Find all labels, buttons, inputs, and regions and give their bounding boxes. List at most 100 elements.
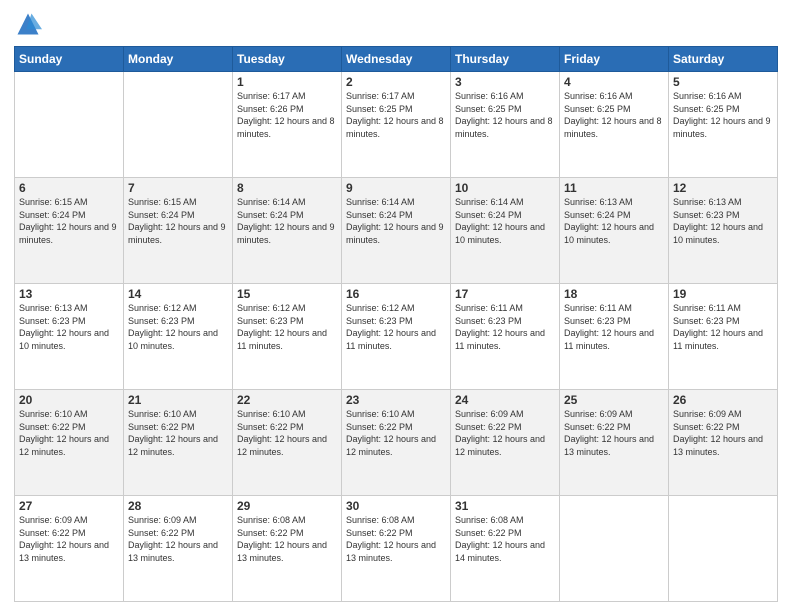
day-number: 17: [455, 287, 555, 301]
calendar-cell: 31Sunrise: 6:08 AMSunset: 6:22 PMDayligh…: [451, 496, 560, 602]
day-number: 14: [128, 287, 228, 301]
day-info: Sunrise: 6:09 AMSunset: 6:22 PMDaylight:…: [564, 408, 664, 458]
calendar-cell: 3Sunrise: 6:16 AMSunset: 6:25 PMDaylight…: [451, 72, 560, 178]
day-number: 1: [237, 75, 337, 89]
day-number: 15: [237, 287, 337, 301]
calendar-cell: 20Sunrise: 6:10 AMSunset: 6:22 PMDayligh…: [15, 390, 124, 496]
day-info: Sunrise: 6:10 AMSunset: 6:22 PMDaylight:…: [128, 408, 228, 458]
day-number: 13: [19, 287, 119, 301]
weekday-header: Monday: [124, 47, 233, 72]
calendar-cell: 26Sunrise: 6:09 AMSunset: 6:22 PMDayligh…: [669, 390, 778, 496]
day-info: Sunrise: 6:09 AMSunset: 6:22 PMDaylight:…: [19, 514, 119, 564]
day-info: Sunrise: 6:12 AMSunset: 6:23 PMDaylight:…: [346, 302, 446, 352]
day-info: Sunrise: 6:08 AMSunset: 6:22 PMDaylight:…: [346, 514, 446, 564]
day-number: 27: [19, 499, 119, 513]
calendar-week-row: 1Sunrise: 6:17 AMSunset: 6:26 PMDaylight…: [15, 72, 778, 178]
day-info: Sunrise: 6:12 AMSunset: 6:23 PMDaylight:…: [237, 302, 337, 352]
calendar-cell: 24Sunrise: 6:09 AMSunset: 6:22 PMDayligh…: [451, 390, 560, 496]
calendar-week-row: 20Sunrise: 6:10 AMSunset: 6:22 PMDayligh…: [15, 390, 778, 496]
calendar-cell: [560, 496, 669, 602]
day-number: 8: [237, 181, 337, 195]
day-info: Sunrise: 6:15 AMSunset: 6:24 PMDaylight:…: [19, 196, 119, 246]
day-number: 26: [673, 393, 773, 407]
day-info: Sunrise: 6:08 AMSunset: 6:22 PMDaylight:…: [455, 514, 555, 564]
day-number: 25: [564, 393, 664, 407]
calendar-cell: 12Sunrise: 6:13 AMSunset: 6:23 PMDayligh…: [669, 178, 778, 284]
day-number: 4: [564, 75, 664, 89]
calendar-cell: [124, 72, 233, 178]
day-number: 9: [346, 181, 446, 195]
day-info: Sunrise: 6:17 AMSunset: 6:25 PMDaylight:…: [346, 90, 446, 140]
day-info: Sunrise: 6:12 AMSunset: 6:23 PMDaylight:…: [128, 302, 228, 352]
day-info: Sunrise: 6:14 AMSunset: 6:24 PMDaylight:…: [455, 196, 555, 246]
logo-icon: [14, 10, 42, 38]
weekday-header: Saturday: [669, 47, 778, 72]
day-info: Sunrise: 6:14 AMSunset: 6:24 PMDaylight:…: [237, 196, 337, 246]
calendar-cell: 9Sunrise: 6:14 AMSunset: 6:24 PMDaylight…: [342, 178, 451, 284]
day-number: 20: [19, 393, 119, 407]
day-number: 7: [128, 181, 228, 195]
calendar-cell: 14Sunrise: 6:12 AMSunset: 6:23 PMDayligh…: [124, 284, 233, 390]
day-info: Sunrise: 6:10 AMSunset: 6:22 PMDaylight:…: [346, 408, 446, 458]
weekday-header: Thursday: [451, 47, 560, 72]
day-info: Sunrise: 6:16 AMSunset: 6:25 PMDaylight:…: [673, 90, 773, 140]
weekday-header: Sunday: [15, 47, 124, 72]
day-number: 18: [564, 287, 664, 301]
calendar-cell: 25Sunrise: 6:09 AMSunset: 6:22 PMDayligh…: [560, 390, 669, 496]
day-info: Sunrise: 6:16 AMSunset: 6:25 PMDaylight:…: [455, 90, 555, 140]
day-number: 29: [237, 499, 337, 513]
calendar-week-row: 27Sunrise: 6:09 AMSunset: 6:22 PMDayligh…: [15, 496, 778, 602]
day-info: Sunrise: 6:10 AMSunset: 6:22 PMDaylight:…: [237, 408, 337, 458]
day-info: Sunrise: 6:11 AMSunset: 6:23 PMDaylight:…: [455, 302, 555, 352]
day-number: 24: [455, 393, 555, 407]
day-number: 5: [673, 75, 773, 89]
day-number: 2: [346, 75, 446, 89]
day-info: Sunrise: 6:15 AMSunset: 6:24 PMDaylight:…: [128, 196, 228, 246]
day-number: 19: [673, 287, 773, 301]
day-info: Sunrise: 6:16 AMSunset: 6:25 PMDaylight:…: [564, 90, 664, 140]
day-info: Sunrise: 6:13 AMSunset: 6:23 PMDaylight:…: [19, 302, 119, 352]
calendar-cell: 22Sunrise: 6:10 AMSunset: 6:22 PMDayligh…: [233, 390, 342, 496]
calendar-cell: 30Sunrise: 6:08 AMSunset: 6:22 PMDayligh…: [342, 496, 451, 602]
calendar-cell: 8Sunrise: 6:14 AMSunset: 6:24 PMDaylight…: [233, 178, 342, 284]
header: [14, 10, 778, 38]
calendar-cell: 6Sunrise: 6:15 AMSunset: 6:24 PMDaylight…: [15, 178, 124, 284]
day-number: 10: [455, 181, 555, 195]
day-info: Sunrise: 6:09 AMSunset: 6:22 PMDaylight:…: [673, 408, 773, 458]
calendar-cell: 17Sunrise: 6:11 AMSunset: 6:23 PMDayligh…: [451, 284, 560, 390]
day-number: 28: [128, 499, 228, 513]
day-number: 12: [673, 181, 773, 195]
calendar-week-row: 13Sunrise: 6:13 AMSunset: 6:23 PMDayligh…: [15, 284, 778, 390]
day-info: Sunrise: 6:09 AMSunset: 6:22 PMDaylight:…: [128, 514, 228, 564]
calendar-cell: 1Sunrise: 6:17 AMSunset: 6:26 PMDaylight…: [233, 72, 342, 178]
calendar-cell: 5Sunrise: 6:16 AMSunset: 6:25 PMDaylight…: [669, 72, 778, 178]
calendar-cell: 23Sunrise: 6:10 AMSunset: 6:22 PMDayligh…: [342, 390, 451, 496]
calendar-cell: 10Sunrise: 6:14 AMSunset: 6:24 PMDayligh…: [451, 178, 560, 284]
logo: [14, 10, 46, 38]
calendar-cell: 15Sunrise: 6:12 AMSunset: 6:23 PMDayligh…: [233, 284, 342, 390]
day-number: 31: [455, 499, 555, 513]
day-number: 22: [237, 393, 337, 407]
day-info: Sunrise: 6:11 AMSunset: 6:23 PMDaylight:…: [673, 302, 773, 352]
day-info: Sunrise: 6:11 AMSunset: 6:23 PMDaylight:…: [564, 302, 664, 352]
day-number: 30: [346, 499, 446, 513]
day-info: Sunrise: 6:10 AMSunset: 6:22 PMDaylight:…: [19, 408, 119, 458]
calendar-cell: 27Sunrise: 6:09 AMSunset: 6:22 PMDayligh…: [15, 496, 124, 602]
calendar-cell: 13Sunrise: 6:13 AMSunset: 6:23 PMDayligh…: [15, 284, 124, 390]
day-info: Sunrise: 6:13 AMSunset: 6:24 PMDaylight:…: [564, 196, 664, 246]
page: SundayMondayTuesdayWednesdayThursdayFrid…: [0, 0, 792, 612]
day-number: 16: [346, 287, 446, 301]
calendar-cell: [669, 496, 778, 602]
day-number: 11: [564, 181, 664, 195]
day-info: Sunrise: 6:09 AMSunset: 6:22 PMDaylight:…: [455, 408, 555, 458]
calendar-cell: 29Sunrise: 6:08 AMSunset: 6:22 PMDayligh…: [233, 496, 342, 602]
calendar-cell: 4Sunrise: 6:16 AMSunset: 6:25 PMDaylight…: [560, 72, 669, 178]
calendar-cell: 21Sunrise: 6:10 AMSunset: 6:22 PMDayligh…: [124, 390, 233, 496]
calendar-cell: 16Sunrise: 6:12 AMSunset: 6:23 PMDayligh…: [342, 284, 451, 390]
day-info: Sunrise: 6:13 AMSunset: 6:23 PMDaylight:…: [673, 196, 773, 246]
calendar-cell: 11Sunrise: 6:13 AMSunset: 6:24 PMDayligh…: [560, 178, 669, 284]
day-info: Sunrise: 6:17 AMSunset: 6:26 PMDaylight:…: [237, 90, 337, 140]
weekday-header: Friday: [560, 47, 669, 72]
weekday-header: Wednesday: [342, 47, 451, 72]
calendar-header-row: SundayMondayTuesdayWednesdayThursdayFrid…: [15, 47, 778, 72]
